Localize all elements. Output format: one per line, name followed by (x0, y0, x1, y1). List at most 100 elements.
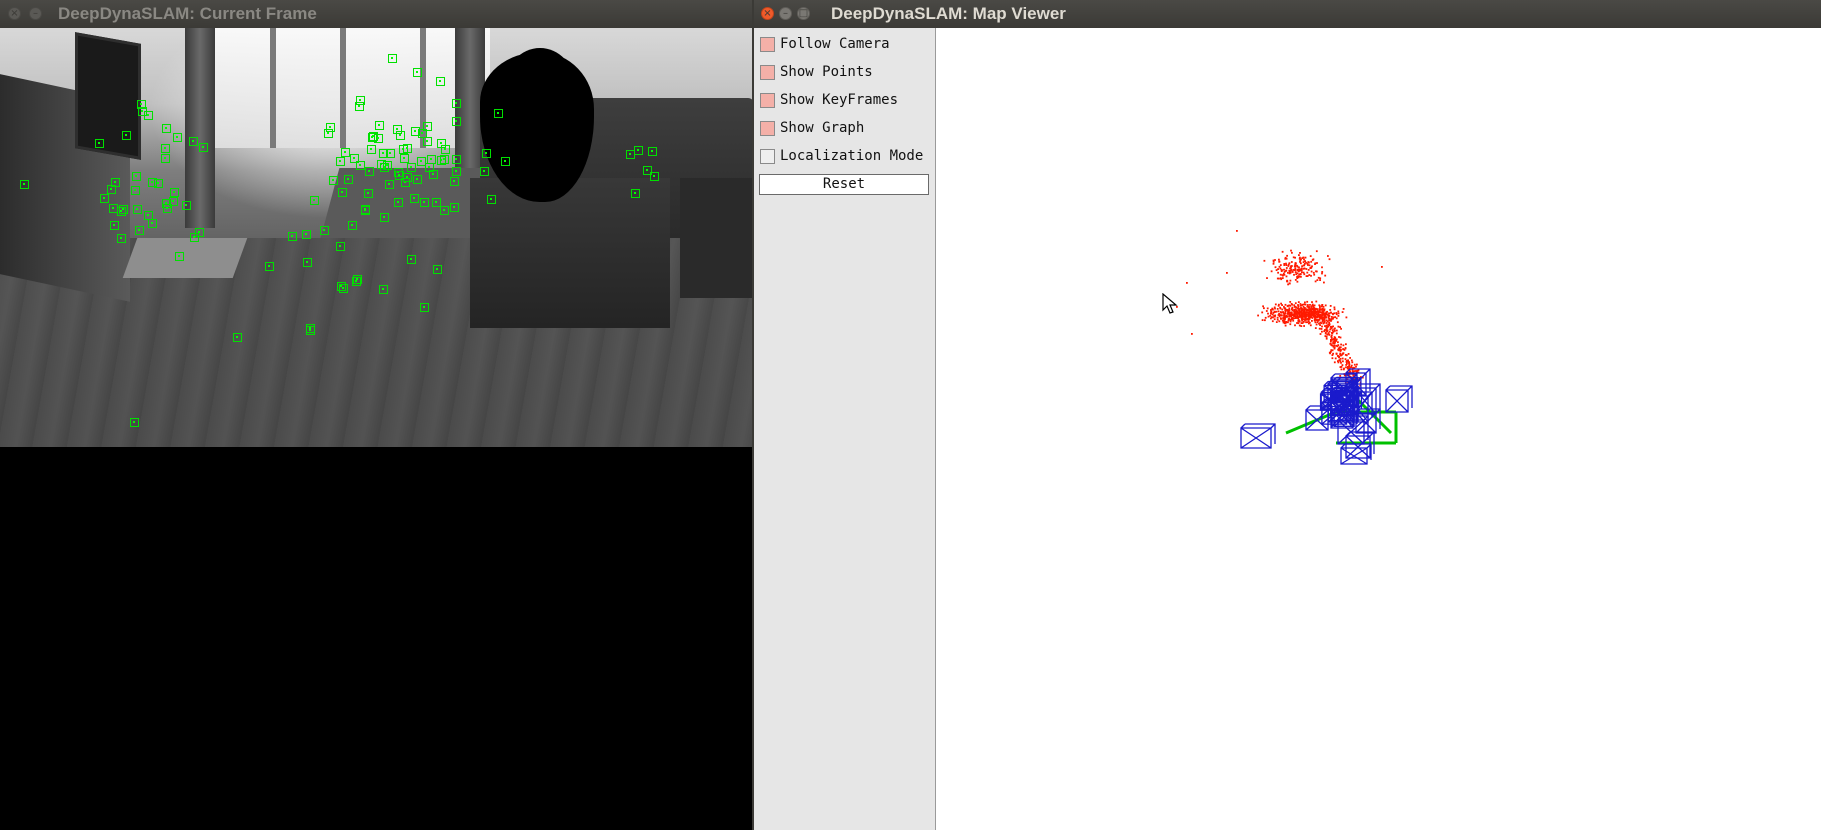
map-point (1286, 254, 1288, 257)
feature-point (350, 154, 359, 163)
map-point (1312, 305, 1315, 307)
map-point (1328, 324, 1331, 326)
map-point (1347, 353, 1350, 355)
checkbox-icon[interactable] (760, 37, 775, 52)
maximize-icon[interactable]: □ (797, 7, 810, 20)
map-point (1345, 316, 1348, 319)
map-point (1321, 314, 1323, 317)
feature-point (337, 282, 346, 291)
feature-point (111, 178, 120, 187)
close-icon[interactable]: × (761, 7, 774, 20)
map-point (1315, 323, 1318, 326)
map-point (1335, 352, 1338, 355)
map-point (1300, 258, 1302, 261)
map-point (1333, 330, 1336, 332)
map-point (1278, 265, 1281, 268)
map-point (1331, 349, 1334, 352)
checkbox-icon[interactable] (760, 65, 775, 80)
feature-point (379, 285, 388, 294)
checkbox-icon[interactable] (760, 93, 775, 108)
minimize-icon[interactable]: – (779, 7, 792, 20)
map-viewer-titlebar[interactable]: × – □ DeepDynaSLAM: Map Viewer (754, 0, 1821, 29)
feature-point (329, 176, 338, 185)
reset-button[interactable]: Reset (759, 174, 929, 195)
map-point (1319, 306, 1321, 309)
map-point (1281, 319, 1284, 322)
minimize-icon[interactable]: – (29, 7, 42, 20)
map-point (1335, 329, 1338, 332)
localization-mode-checkbox[interactable]: Localization Mode (760, 146, 936, 170)
close-icon[interactable]: × (8, 7, 21, 20)
map-point (1340, 327, 1342, 330)
checkbox-icon[interactable] (760, 149, 775, 164)
map-point (1309, 267, 1312, 269)
map-point (1331, 332, 1334, 335)
map-point (1276, 308, 1279, 310)
map-point (1340, 343, 1342, 346)
feature-point (494, 109, 503, 118)
map-point (1320, 328, 1323, 330)
map-point (1291, 307, 1293, 310)
show-graph-checkbox[interactable]: Show Graph (760, 118, 936, 142)
map-point (1338, 336, 1340, 338)
map-point (1307, 309, 1310, 311)
keyframe (1240, 423, 1276, 449)
map-point (1306, 275, 1309, 277)
current-frame-titlebar[interactable]: × – DeepDynaSLAM: Current Frame (0, 0, 754, 29)
map-point (1283, 268, 1285, 271)
map-point (1282, 311, 1284, 313)
feature-point (452, 99, 461, 108)
map-point (1314, 321, 1317, 324)
map-point (1339, 346, 1342, 349)
show-points-checkbox[interactable]: Show Points (760, 62, 936, 86)
curtain (185, 28, 215, 228)
feature-point (440, 155, 449, 164)
feature-point (148, 219, 157, 228)
map-point (1304, 319, 1306, 322)
map-point (1340, 361, 1342, 364)
map-point (1321, 272, 1323, 275)
map-point (1339, 375, 1342, 377)
map-point (1318, 316, 1321, 319)
map-point (1341, 311, 1344, 313)
map-point (1341, 353, 1344, 355)
map-point (1271, 308, 1274, 310)
feature-point (487, 195, 496, 204)
map-point (1333, 361, 1336, 364)
map-point (1283, 271, 1286, 273)
feature-point (95, 139, 104, 148)
map-point (1339, 352, 1342, 355)
map-point (1322, 308, 1324, 311)
follow-camera-checkbox[interactable]: Follow Camera (760, 34, 936, 58)
map-point (1263, 259, 1266, 262)
map-point (1304, 307, 1306, 309)
window-mullion (340, 28, 346, 148)
map-point (1271, 320, 1274, 323)
map-point (1285, 267, 1288, 269)
map-point (1301, 322, 1304, 324)
map-point (1289, 271, 1292, 274)
camera-frame-image (0, 28, 754, 447)
feature-point (423, 137, 432, 146)
map-3d-viewport[interactable] (936, 28, 1821, 830)
feature-point (368, 133, 377, 142)
map-point (1296, 264, 1298, 267)
map-point (1315, 270, 1318, 273)
map-point (1304, 308, 1307, 311)
checkbox-icon[interactable] (760, 121, 775, 136)
map-point (1293, 273, 1295, 276)
map-point (1312, 271, 1315, 274)
map-point (1264, 316, 1267, 319)
map-point (1292, 256, 1295, 259)
map-point (1319, 279, 1321, 281)
map-point (1315, 311, 1318, 314)
map-point (1297, 319, 1300, 322)
map-point (1329, 309, 1332, 311)
map-point (1339, 358, 1342, 360)
map-point (1310, 274, 1312, 277)
feature-point (411, 127, 420, 136)
map-point (1284, 309, 1287, 312)
show-keyframes-checkbox[interactable]: Show KeyFrames (760, 90, 936, 114)
map-point (1299, 269, 1301, 272)
map-point (1345, 354, 1348, 357)
